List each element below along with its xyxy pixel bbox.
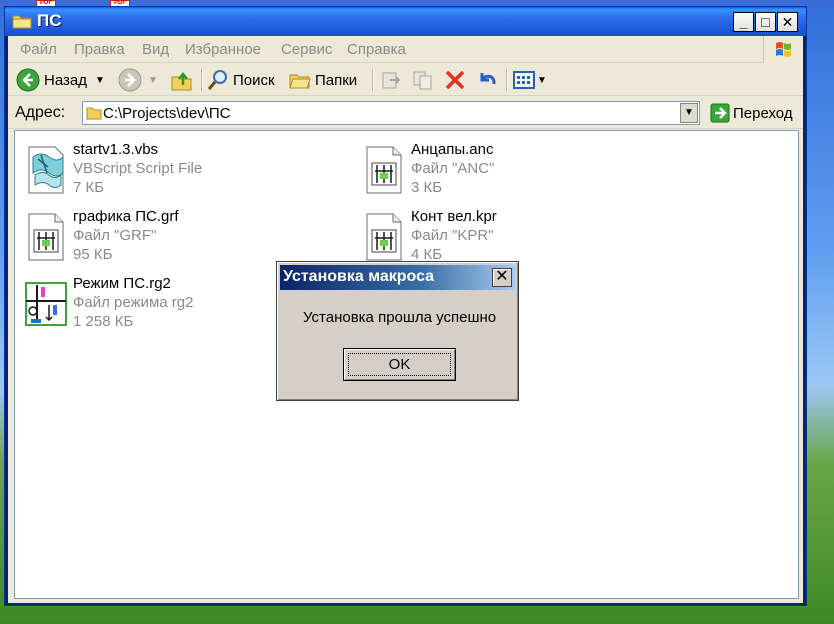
macro-install-dialog: Установка макроса ✕ Установка прошла усп…	[276, 261, 519, 401]
menu-edit[interactable]: Правка	[74, 41, 125, 58]
forward-button[interactable]: ▼	[118, 67, 158, 93]
file-name: startv1.3.vbs	[73, 141, 159, 158]
window-title: ПС	[37, 11, 62, 30]
delete-button[interactable]	[443, 67, 467, 93]
menu-help[interactable]: Справка	[347, 41, 406, 58]
address-input[interactable]: C:\Projects\dev\ПС ▼	[82, 101, 700, 125]
delete-icon	[445, 70, 465, 90]
maximize-button[interactable]: □	[755, 12, 776, 32]
views-icon	[513, 71, 535, 89]
move-to-button[interactable]	[379, 67, 403, 93]
file-name: графика ПС.grf	[73, 208, 179, 225]
file-name: Конт вел.kpr	[411, 208, 497, 225]
file-size: 7 КБ	[73, 179, 105, 196]
dialog-close-button[interactable]: ✕	[492, 268, 512, 287]
rg2-file-icon	[25, 282, 67, 326]
file-type: VBScript Script File	[73, 160, 203, 177]
folders-icon	[289, 74, 311, 89]
file-size: 95 КБ	[73, 246, 113, 263]
copy-to-icon	[413, 71, 432, 90]
menu-favorites[interactable]: Избранное	[185, 41, 261, 58]
menu-view[interactable]: Вид	[142, 41, 169, 58]
grf-file-icon	[28, 213, 64, 261]
address-bar: Адрес: C:\Projects\dev\ПС ▼ Переход	[8, 97, 803, 129]
search-icon	[207, 70, 227, 90]
file-type: Файл "GRF"	[73, 227, 157, 244]
vbs-script-icon	[28, 146, 64, 194]
file-item[interactable]: Анцапы.anc Файл "ANC" 3 КБ	[361, 141, 611, 201]
dialog-message: Установка прошла успешно	[303, 309, 497, 326]
folders-label: Папки	[315, 71, 358, 89]
up-folder-button[interactable]	[170, 67, 194, 93]
move-to-icon	[382, 72, 401, 89]
file-type: Файл "ANC"	[411, 160, 495, 177]
file-type: Файл режима rg2	[73, 294, 194, 311]
dialog-title: Установка макроса	[283, 268, 435, 285]
title-bar[interactable]: ПС _ □ ✕	[5, 7, 806, 36]
up-folder-icon	[171, 71, 192, 91]
file-item[interactable]: startv1.3.vbs VBScript Script File 7 КБ	[23, 141, 273, 201]
anc-file-icon	[366, 146, 402, 194]
folder-icon	[86, 107, 102, 120]
undo-button[interactable]	[475, 67, 499, 93]
file-item[interactable]: Конт вел.kpr Файл "KPR" 4 КБ	[361, 208, 611, 268]
ok-label: OK	[348, 353, 451, 376]
toolbar-separator	[372, 69, 374, 91]
search-label: Поиск	[233, 71, 275, 89]
folders-button[interactable]: Папки	[288, 67, 357, 93]
ok-button[interactable]: OK	[343, 348, 456, 381]
go-button[interactable]: Переход	[710, 102, 793, 124]
folder-icon	[12, 15, 32, 29]
file-size: 1 258 КБ	[73, 313, 134, 330]
file-name: Режим ПС.rg2	[73, 275, 171, 292]
file-name: Анцапы.anc	[411, 141, 494, 158]
file-item[interactable]: Режим ПС.rg2 Файл режима rg2 1 258 КБ	[23, 275, 273, 335]
address-dropdown-button[interactable]: ▼	[680, 103, 698, 123]
file-type: Файл "KPR"	[411, 227, 494, 244]
menu-file[interactable]: Файл	[20, 41, 57, 58]
chevron-down-icon[interactable]: ▼	[537, 75, 547, 86]
chevron-down-icon[interactable]: ▼	[148, 75, 158, 86]
back-label: Назад	[44, 71, 87, 89]
standard-toolbar: Назад ▼ ▼ Поиск Папки ▼	[8, 64, 803, 96]
dialog-title-bar[interactable]: Установка макроса ✕	[280, 265, 515, 290]
menu-bar: Файл Правка Вид Избранное Сервис Справка	[8, 36, 803, 63]
search-button[interactable]: Поиск	[206, 67, 275, 93]
menu-tools[interactable]: Сервис	[281, 41, 332, 58]
go-label: Переход	[733, 104, 793, 122]
forward-arrow-icon	[118, 68, 142, 92]
minimize-button[interactable]: _	[733, 12, 754, 32]
toolbar-separator	[201, 69, 203, 91]
copy-to-button[interactable]	[411, 67, 435, 93]
windows-logo-icon	[763, 36, 803, 63]
close-button[interactable]: ✕	[777, 12, 798, 32]
file-item[interactable]: графика ПС.grf Файл "GRF" 95 КБ	[23, 208, 273, 268]
undo-icon	[480, 73, 496, 85]
chevron-down-icon[interactable]: ▼	[95, 75, 105, 86]
kpr-file-icon	[366, 213, 402, 261]
address-label: Адрес:	[15, 104, 66, 121]
address-value: C:\Projects\dev\ПС	[103, 105, 231, 122]
go-arrow-icon	[710, 103, 730, 123]
back-arrow-icon	[16, 68, 40, 92]
toolbar-separator	[506, 69, 508, 91]
back-button[interactable]: Назад ▼	[16, 67, 105, 93]
file-size: 3 КБ	[411, 179, 443, 196]
views-button[interactable]: ▼	[512, 67, 547, 93]
